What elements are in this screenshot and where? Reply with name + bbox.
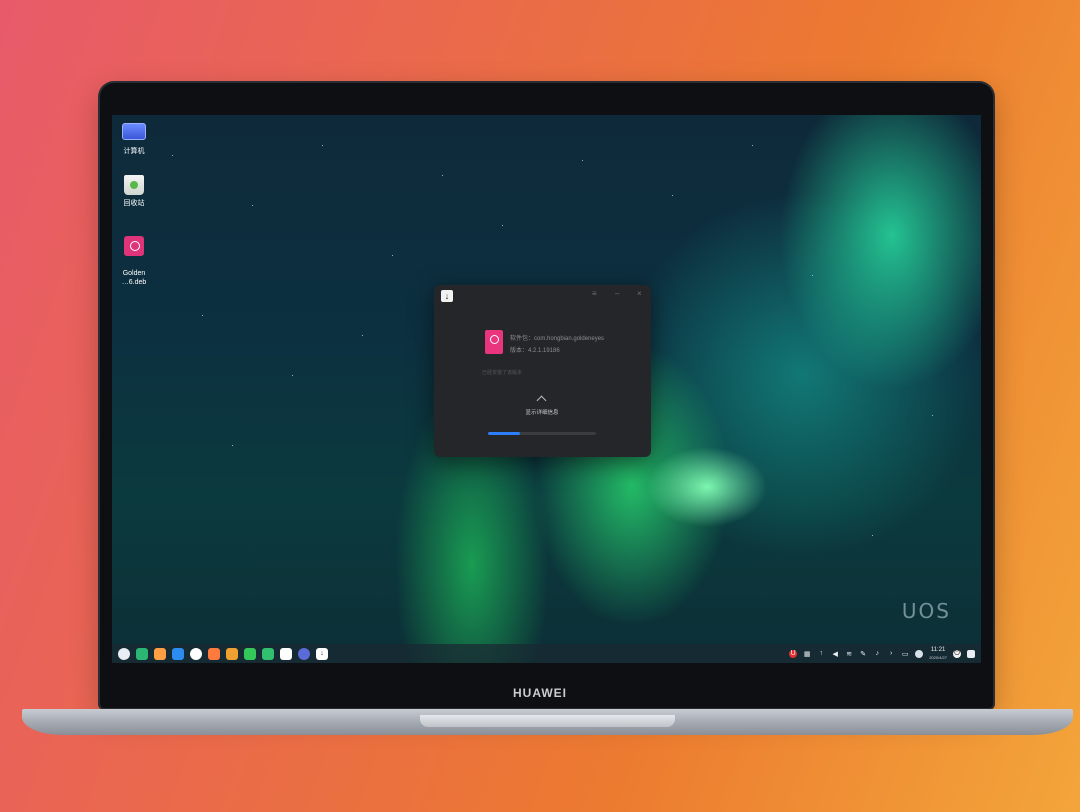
system-tray: U ▦ ↑ ◀ ≋ ✎ ♪ › ▭ 11:21 2020/4/27 ⏻	[789, 644, 975, 663]
progress-fill	[488, 432, 521, 435]
download-icon: ↓	[441, 290, 453, 302]
trash-icon	[124, 175, 144, 195]
music-icon[interactable]	[244, 647, 256, 660]
laptop-brand-logo: HUAWEI	[513, 686, 567, 700]
browser-icon[interactable]	[190, 647, 202, 660]
clock-time: 11:21	[930, 646, 946, 653]
laptop-base-notch	[420, 715, 675, 727]
clock-date: 2020/4/27	[929, 654, 947, 660]
microphone-icon[interactable]: ↑	[817, 650, 825, 658]
network-icon[interactable]: ≋	[845, 650, 853, 658]
antivirus-icon[interactable]: U	[789, 649, 798, 658]
power-icon[interactable]: ⏻	[953, 649, 961, 658]
desktop-icon-label: 回收站	[123, 200, 145, 207]
computer-icon	[122, 123, 146, 140]
file-manager-icon[interactable]	[154, 647, 166, 660]
deb-package-icon	[485, 330, 503, 354]
minimize-icon[interactable]: –	[615, 289, 619, 298]
app-store-icon[interactable]	[172, 647, 184, 660]
show-details-button[interactable]: 显示详细信息	[516, 408, 568, 416]
clock[interactable]: 11:21 2020/4/27	[929, 647, 947, 661]
expand-tray-icon[interactable]: ›	[887, 650, 895, 658]
desktop-icon-deb-file[interactable]: Golden …6.deb	[112, 227, 159, 296]
volume-icon[interactable]: ◀	[831, 650, 839, 658]
trash-dock-icon[interactable]	[967, 649, 975, 658]
package-version: 版本：4.2.1.19186	[510, 348, 560, 354]
taskbar: ↓ U ▦ ↑ ◀ ≋ ✎ ♪ › ▭ 11:21 2020/4/27 ⏻	[112, 644, 981, 663]
control-center-icon[interactable]	[298, 647, 310, 660]
keyboard-icon[interactable]: ▦	[803, 650, 811, 658]
package-name: 软件包：com.hongbian.goldeneyes	[510, 336, 605, 342]
notification-icon[interactable]: ♪	[873, 650, 881, 658]
launcher-icon[interactable]	[118, 647, 130, 660]
terminal-icon[interactable]	[262, 647, 274, 660]
mail-icon[interactable]	[208, 647, 220, 660]
display-icon[interactable]: ▭	[901, 650, 909, 658]
package-installer-dialog: ↓ ≡ – × 软件包：com.hongbian.goldeneyes 版本：4…	[434, 285, 651, 457]
chevron-up-icon[interactable]	[536, 395, 547, 406]
install-progress-bar	[488, 432, 596, 435]
deb-package-icon	[124, 236, 144, 256]
install-status: 已经安装了该版本	[482, 370, 523, 376]
pen-icon[interactable]: ✎	[859, 650, 867, 658]
desktop-icon-computer[interactable]: 计算机	[112, 121, 159, 156]
installer-icon[interactable]: ↓	[316, 647, 328, 660]
desktop-icon-trash[interactable]: 回收站	[112, 175, 159, 208]
user-icon[interactable]	[915, 649, 924, 658]
desktop-icon-label: Golden …6.deb	[121, 270, 147, 286]
photo-viewer-icon[interactable]	[226, 647, 238, 660]
multitask-view-icon[interactable]	[136, 647, 148, 660]
menu-icon[interactable]: ≡	[592, 289, 597, 298]
desktop-icon-label: 计算机	[123, 148, 145, 155]
calendar-icon[interactable]	[280, 647, 292, 660]
uos-watermark: UOS	[901, 599, 951, 623]
close-icon[interactable]: ×	[637, 289, 642, 298]
